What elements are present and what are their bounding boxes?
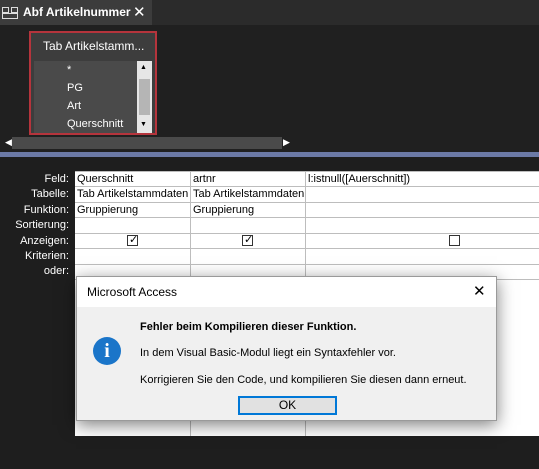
dialog-message-line-2: Korrigieren Sie den Code, und kompiliere… — [140, 374, 467, 386]
error-dialog: Microsoft Access ✕ i Fehler beim Kompili… — [76, 276, 497, 421]
dialog-title: Microsoft Access — [87, 285, 178, 299]
row-label-oder: oder: — [43, 265, 69, 277]
field-list-scrollbar[interactable]: ▲ ▼ — [137, 61, 152, 133]
query-tab[interactable]: Abf Artikelnummer ✕ — [0, 0, 152, 25]
row-divider — [75, 186, 539, 187]
scroll-track[interactable] — [12, 137, 282, 149]
row-divider — [75, 264, 539, 265]
cell-tabelle-1[interactable]: Tab Artikelstammdaten — [77, 188, 189, 200]
table-field-list[interactable]: Tab Artikelstamm... * PG Art Querschnitt… — [29, 31, 157, 135]
cell-feld-1[interactable]: Querschnitt — [77, 173, 189, 185]
dialog-titlebar: Microsoft Access ✕ — [77, 277, 496, 307]
table-title: Tab Artikelstamm... — [43, 39, 145, 53]
show-checkbox-3[interactable] — [449, 235, 460, 246]
close-icon[interactable]: ✕ — [133, 3, 146, 21]
tab-title: Abf Artikelnummer — [23, 5, 131, 19]
scroll-down-icon[interactable]: ▼ — [140, 121, 147, 128]
query-icon — [2, 7, 18, 19]
scroll-up-icon[interactable]: ▲ — [140, 64, 147, 71]
document-tab-strip: Abf Artikelnummer ✕ — [0, 0, 539, 25]
row-label-sortierung: Sortierung: — [15, 219, 69, 231]
row-label-kriterien: Kriterien: — [24, 250, 69, 262]
show-checkbox-1[interactable]: ✓ — [127, 234, 139, 246]
row-divider — [75, 233, 539, 234]
row-label-tabelle: Tabelle: — [31, 188, 69, 200]
cell-feld-3[interactable]: l:istnull([Auerschnitt]) — [308, 173, 536, 185]
row-label-funktion: Funktion: — [23, 204, 69, 216]
scroll-right-icon[interactable]: ▶ — [283, 137, 290, 148]
field-list[interactable]: * PG Art Querschnitt — [34, 61, 137, 133]
show-checkbox-2[interactable]: ✓ — [242, 234, 254, 246]
cell-funktion-1[interactable]: Gruppierung — [77, 204, 189, 216]
field-item[interactable]: * — [67, 64, 71, 76]
check-icon: ✓ — [244, 234, 254, 246]
row-divider — [75, 217, 539, 218]
cell-funktion-2[interactable]: Gruppierung — [193, 204, 304, 216]
cell-feld-2[interactable]: artnr — [193, 173, 304, 185]
field-item[interactable]: Querschnitt — [67, 118, 123, 130]
close-icon[interactable]: ✕ — [473, 282, 486, 300]
check-icon: ✓ — [129, 234, 139, 246]
row-divider — [75, 248, 539, 249]
field-item[interactable]: PG — [67, 82, 83, 94]
ok-button[interactable]: OK — [238, 396, 337, 415]
cell-tabelle-2[interactable]: Tab Artikelstammdaten — [193, 188, 304, 200]
scroll-thumb[interactable] — [139, 79, 150, 115]
dialog-heading: Fehler beim Kompilieren dieser Funktion. — [140, 321, 357, 333]
info-icon: i — [93, 337, 121, 365]
row-divider — [75, 202, 539, 203]
row-label-feld: Feld: — [44, 173, 69, 185]
horizontal-scrollbar[interactable]: ◀ ▶ — [0, 135, 539, 152]
row-label-anzeigen: Anzeigen: — [20, 235, 69, 247]
field-item[interactable]: Art — [67, 100, 81, 112]
scroll-left-icon[interactable]: ◀ — [5, 137, 12, 148]
row-divider — [75, 171, 539, 172]
dialog-message-line-1: In dem Visual Basic-Modul liegt ein Synt… — [140, 347, 396, 359]
